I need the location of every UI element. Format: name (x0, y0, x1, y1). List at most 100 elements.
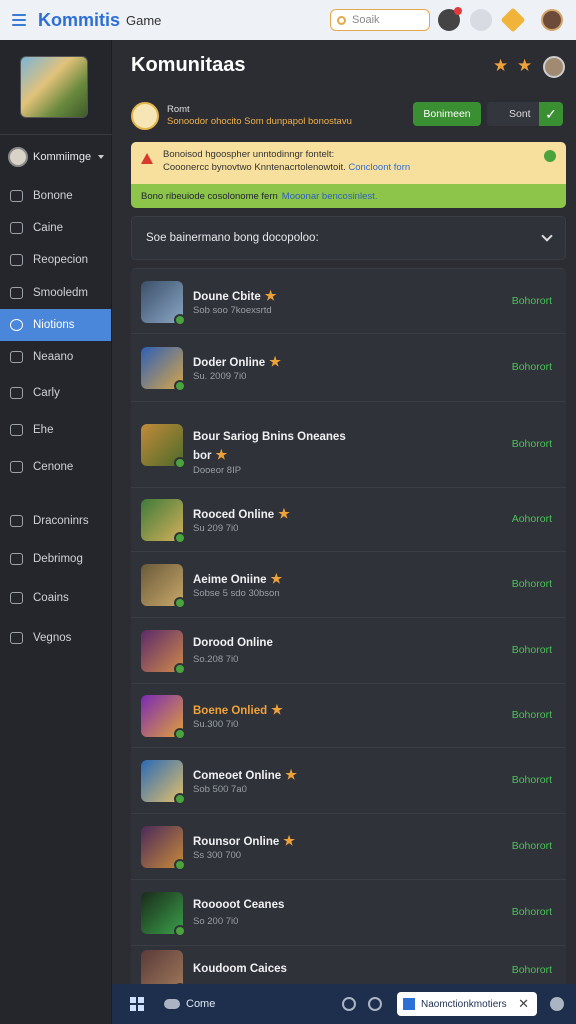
edit-icon (10, 553, 23, 565)
game-thumbnail[interactable] (20, 56, 88, 118)
sidebar-item-1[interactable]: Caine (0, 212, 111, 244)
alert-line1: Bonoisod hgoospher unntodinngr fontelt: (163, 149, 335, 160)
dropdown-label: Soe bainermano bong docopoloo: (146, 232, 319, 244)
game-subtitle: Su. 2009 7i0 (193, 371, 247, 382)
sidebar-item-label: Bonone (33, 190, 73, 202)
online-check-icon (174, 597, 186, 609)
grid-icon[interactable] (130, 997, 144, 1011)
notification-badge (454, 7, 462, 15)
profile-avatar[interactable] (541, 9, 563, 31)
brand-title: Kommitis (38, 9, 121, 30)
notice-text: Romt Sonoodor ohocito Som dunpapol bonos… (167, 104, 352, 128)
game-avatar (141, 695, 186, 740)
game-row[interactable]: Rounsor Online ★ Ss 300 700 Bohorort (131, 814, 566, 880)
sidebar-item-3[interactable]: Smooledm (0, 277, 111, 309)
game-status: Bohorort (511, 774, 552, 786)
star-icon: ★ (215, 447, 228, 462)
online-check-icon (174, 532, 186, 544)
game-name-line2: bor ★ (193, 447, 227, 463)
main-content: Komunitaas ★ ★ Romt Sonoodor ohocito Som… (113, 40, 576, 996)
cloud-icon[interactable] (164, 999, 180, 1009)
sidebar-item-0[interactable]: Bonone (0, 180, 111, 212)
star-icon: ★ (285, 767, 297, 782)
game-status: Bohorort (511, 578, 552, 590)
game-row[interactable]: Rooooot Ceanes So 200 7i0 Bohorort (131, 880, 566, 946)
sidebar-item-label: Ehe (33, 424, 54, 436)
chevron-down-icon (98, 155, 105, 159)
sidebar-item-label: Coains (33, 592, 69, 604)
sidebar-item-5[interactable]: Neaano (0, 341, 111, 373)
online-check-icon (174, 793, 186, 805)
secondary-button[interactable]: Sont ✓ (487, 102, 563, 126)
tag-icon (10, 461, 23, 473)
game-row[interactable]: Aeime Oniine ★ Sobse 5 sdo 30bson Bohorort (131, 552, 566, 618)
notification-icon[interactable] (438, 7, 462, 31)
game-name-text: Rooced Online (193, 509, 275, 521)
game-subtitle: Sobse 5 sdo 30bson (193, 588, 280, 599)
game-name: Comeoet Online ★ (193, 767, 297, 783)
search-placeholder: Soaik (352, 14, 380, 26)
star-icon[interactable]: ★ (493, 57, 509, 74)
sidebar-item-label: Debrimog (33, 553, 83, 565)
menu-icon[interactable] (8, 9, 30, 31)
search-input[interactable]: Soaik (330, 9, 430, 31)
user-switcher[interactable]: Kommiimge (8, 144, 108, 170)
primary-button[interactable]: Bonimeen (413, 102, 481, 126)
sidebar-item-9[interactable]: Draconinrs (0, 505, 111, 537)
game-row[interactable]: Boene Onlied ★ Su.300 7i0 Bohorort (131, 684, 566, 748)
alert-link[interactable]: Concloont forn (348, 162, 410, 173)
sidebar-item-label: Smooledm (33, 287, 88, 299)
check-icon[interactable]: ✓ (539, 102, 563, 126)
game-avatar (141, 826, 186, 871)
online-check-icon (174, 728, 186, 740)
alert-bottom-link[interactable]: Mooonar bencosinlest. (282, 191, 378, 202)
user-avatar (8, 147, 28, 167)
game-row[interactable]: Rooced Online ★ Su 209 7i0 Aohorort (131, 488, 566, 552)
game-name-text: Doune Cbite (193, 291, 261, 303)
game-name: Rooced Online ★ (193, 506, 290, 522)
header-avatar[interactable] (543, 56, 565, 78)
game-status: Bohorort (511, 906, 552, 918)
game-row[interactable]: Comeoet Online ★ Sob 500 7a0 Bohorort (131, 748, 566, 814)
sidebar-item-2[interactable]: Reopecion (0, 244, 111, 276)
game-subtitle: Ss 300 700 (193, 850, 242, 861)
globe-icon (10, 319, 23, 331)
alert-line2: Cooonercc bynovtwo Knntenacrtolenowtoit. (163, 162, 346, 173)
star-icon[interactable]: ★ (517, 57, 533, 74)
diamond-icon[interactable] (500, 7, 526, 33)
sidebar-item-label: Niotions (33, 319, 75, 331)
shield-icon[interactable] (470, 9, 492, 31)
sidebar-item-6[interactable]: Carly (0, 377, 111, 409)
sidebar-item-label: Draconinrs (33, 515, 89, 527)
sidebar-item-11[interactable]: Coains (0, 582, 111, 614)
close-icon[interactable]: ✕ (518, 996, 529, 1012)
game-subtitle: So 200 7i0 (193, 916, 239, 927)
chart-icon (10, 254, 23, 266)
sidebar-item-12[interactable]: Vegnos (0, 622, 111, 654)
sidebar-item-4[interactable]: Niotions (0, 309, 111, 341)
game-avatar (141, 281, 186, 326)
search-icon (337, 15, 346, 25)
filter-dropdown[interactable]: Soe bainermano bong docopoloo: (131, 216, 566, 260)
sidebar-item-7[interactable]: Ehe (0, 414, 111, 446)
link-icon (10, 592, 23, 604)
game-name-text: Rounsor Online (193, 836, 280, 848)
sidebar-item-8[interactable]: Cenone (0, 451, 111, 483)
online-check-icon (174, 457, 186, 469)
settings-icon[interactable] (342, 997, 356, 1011)
sidebar-item-10[interactable]: Debrimog (0, 543, 111, 575)
game-row[interactable]: Doder Online ★ Su. 2009 7i0 Bohorort (131, 334, 566, 402)
game-row[interactable]: Bour Sariog Bnins Oneanes bor ★ Dooeor 8IP B… (131, 402, 566, 488)
notification-chip[interactable]: Naomctionkmotiers ✕ (397, 992, 537, 1016)
success-alert: Bono ribeuiode cosolonome fern Mooonar b… (131, 184, 566, 208)
refresh-icon[interactable] (368, 997, 382, 1011)
game-row[interactable]: Doune Cbite ★ Sob soo 7koexsrtd Bohorort (131, 268, 566, 334)
person-icon[interactable] (550, 997, 564, 1011)
star-icon: ★ (271, 702, 283, 717)
sidebar-item-label: Vegnos (33, 632, 72, 644)
game-row[interactable]: Dorood Online So.208 7i0 Bohorort (131, 618, 566, 684)
page-title: Komunitaas (131, 54, 246, 76)
alert-bottom-text: Bono ribeuiode cosolonome fern (141, 190, 278, 202)
brand-subtitle: Game (126, 12, 162, 28)
eye-icon (10, 632, 23, 644)
